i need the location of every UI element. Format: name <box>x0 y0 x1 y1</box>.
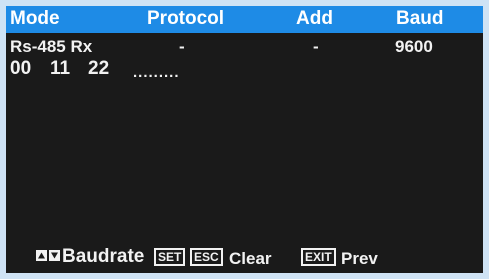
clear-label: Clear <box>229 249 272 268</box>
mode-value: Rs-485 Rx <box>10 37 93 56</box>
prev-label: Prev <box>341 249 378 268</box>
device-screen: Mode Protocol Add Baud Rs-485 Rx - - 960… <box>6 6 483 273</box>
header-bar: Mode Protocol Add Baud <box>6 6 483 33</box>
header-baud: Baud <box>396 8 444 29</box>
protocol-value: - <box>179 37 185 56</box>
data-ellipsis: ......... <box>133 64 180 81</box>
set-key[interactable]: SET <box>154 248 186 266</box>
exit-key[interactable]: EXIT <box>301 248 336 266</box>
header-mode: Mode <box>10 8 60 29</box>
esc-key[interactable]: ESC <box>190 248 223 266</box>
down-arrow-icon <box>49 250 60 261</box>
baud-value: 9600 <box>395 37 433 56</box>
baudrate-label: Baudrate <box>62 246 145 267</box>
footer-bar: Baudrate SET ESC Clear EXIT Prev <box>6 246 483 270</box>
header-add: Add <box>296 8 333 29</box>
up-arrow-icon <box>36 250 47 261</box>
data-byte: 00 <box>10 58 32 79</box>
data-byte: 11 <box>50 58 71 79</box>
add-value: - <box>313 37 319 56</box>
data-byte: 22 <box>88 58 110 79</box>
header-protocol: Protocol <box>147 8 225 29</box>
